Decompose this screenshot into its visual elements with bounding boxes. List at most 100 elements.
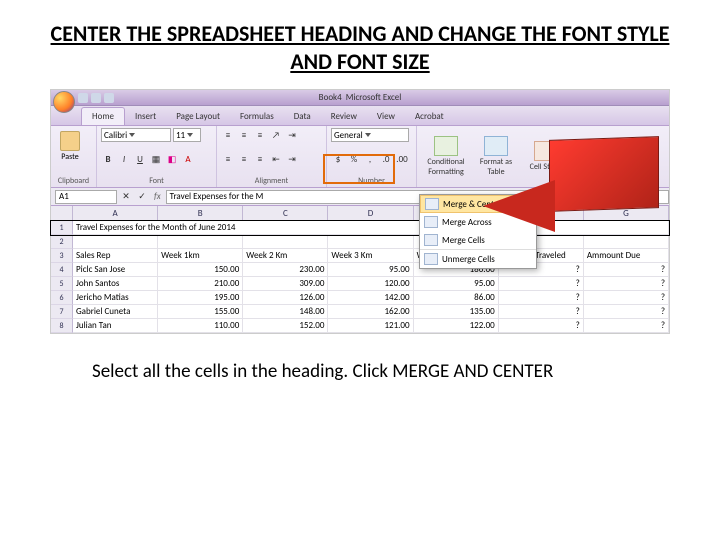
cell[interactable]: 155.00 xyxy=(158,305,243,319)
cell[interactable]: 148.00 xyxy=(243,305,328,319)
align-top-button[interactable]: ≡ xyxy=(221,128,235,142)
cell[interactable]: 309.00 xyxy=(243,277,328,291)
cell[interactable]: 152.00 xyxy=(243,319,328,333)
cell[interactable]: ? xyxy=(584,305,669,319)
cell[interactable]: 121.00 xyxy=(328,319,413,333)
orientation-button[interactable]: ↗ xyxy=(269,128,283,142)
cell[interactable] xyxy=(328,235,413,249)
bold-button[interactable]: B xyxy=(101,152,115,166)
redo-icon[interactable] xyxy=(104,93,114,103)
cell[interactable] xyxy=(73,235,158,249)
cell[interactable]: 150.00 xyxy=(158,263,243,277)
row-header-2[interactable]: 2 xyxy=(51,235,73,249)
wrap-text-button[interactable]: ⇥ xyxy=(285,128,299,142)
select-all-corner[interactable] xyxy=(51,206,73,220)
row-header[interactable]: 7 xyxy=(51,305,73,319)
percent-button[interactable]: % xyxy=(347,152,361,166)
currency-button[interactable]: $ xyxy=(331,152,345,166)
tab-review[interactable]: Review xyxy=(321,108,367,125)
table-row[interactable]: 8Julian Tan110.00152.00121.00122.00?? xyxy=(51,319,669,333)
italic-button[interactable]: I xyxy=(117,152,131,166)
cell[interactable]: ? xyxy=(499,305,584,319)
table-row[interactable]: 5John Santos210.00309.00120.0095.00?? xyxy=(51,277,669,291)
row-header[interactable]: 4 xyxy=(51,263,73,277)
table-row[interactable]: 7Gabriel Cuneta155.00148.00162.00135.00?… xyxy=(51,305,669,319)
row-header-3[interactable]: 3 xyxy=(51,249,73,263)
tab-insert[interactable]: Insert xyxy=(125,108,166,125)
col-D[interactable]: D xyxy=(328,206,413,220)
cell[interactable]: Week 3 Km xyxy=(328,249,413,263)
font-size-select[interactable]: 11 xyxy=(173,128,201,142)
cell[interactable]: ? xyxy=(499,277,584,291)
cell[interactable]: Julian Tan xyxy=(73,319,158,333)
increase-indent-button[interactable]: ⇥ xyxy=(285,152,299,166)
tab-view[interactable]: View xyxy=(367,108,405,125)
cell[interactable] xyxy=(243,235,328,249)
tab-home[interactable]: Home xyxy=(81,107,125,125)
cell[interactable]: 230.00 xyxy=(243,263,328,277)
cell[interactable]: ? xyxy=(584,291,669,305)
cell[interactable]: ? xyxy=(499,319,584,333)
cell[interactable]: Ammount Due xyxy=(584,249,669,263)
fx-icon[interactable]: fx xyxy=(151,191,164,202)
align-right-button[interactable]: ≡ xyxy=(253,152,267,166)
cell[interactable]: 110.00 xyxy=(158,319,243,333)
underline-button[interactable]: U xyxy=(133,152,147,166)
cell[interactable]: 210.00 xyxy=(158,277,243,291)
row-3-headers[interactable]: 3 Sales Rep Week 1km Week 2 Km Week 3 Km… xyxy=(51,249,669,263)
cell[interactable]: ? xyxy=(584,319,669,333)
row-header[interactable]: 6 xyxy=(51,291,73,305)
increase-decimal-button[interactable]: .0 xyxy=(379,152,393,166)
enter-icon[interactable]: ✓ xyxy=(135,190,149,204)
col-C[interactable]: C xyxy=(243,206,328,220)
cell[interactable] xyxy=(584,235,669,249)
row-header-1[interactable]: 1 xyxy=(51,221,73,235)
cell[interactable] xyxy=(158,235,243,249)
cell[interactable]: Week 1km xyxy=(158,249,243,263)
cell[interactable]: ? xyxy=(584,277,669,291)
cell[interactable]: 162.00 xyxy=(328,305,413,319)
cell[interactable]: John Santos xyxy=(73,277,158,291)
decrease-decimal-button[interactable]: .00 xyxy=(395,152,409,166)
font-color-button[interactable]: A xyxy=(181,152,195,166)
row-header[interactable]: 5 xyxy=(51,277,73,291)
tab-page-layout[interactable]: Page Layout xyxy=(166,108,230,125)
col-A[interactable]: A xyxy=(73,206,158,220)
col-B[interactable]: B xyxy=(158,206,243,220)
table-row[interactable]: 4Piclc San Jose150.00230.0095.00186.00?? xyxy=(51,263,669,277)
cell[interactable]: 86.00 xyxy=(414,291,499,305)
cell[interactable]: 95.00 xyxy=(414,277,499,291)
tab-data[interactable]: Data xyxy=(284,108,321,125)
table-row[interactable]: 6Jericho Matias195.00126.00142.0086.00?? xyxy=(51,291,669,305)
align-bottom-button[interactable]: ≡ xyxy=(253,128,267,142)
cell[interactable]: 95.00 xyxy=(328,263,413,277)
merge-cells-item[interactable]: Merge Cells xyxy=(420,231,536,249)
tab-acrobat[interactable]: Acrobat xyxy=(405,108,454,125)
save-icon[interactable] xyxy=(78,93,88,103)
align-left-button[interactable]: ≡ xyxy=(221,152,235,166)
decrease-indent-button[interactable]: ⇤ xyxy=(269,152,283,166)
cell[interactable]: 126.00 xyxy=(243,291,328,305)
cell[interactable]: 195.00 xyxy=(158,291,243,305)
undo-icon[interactable] xyxy=(91,93,101,103)
cell[interactable]: Jericho Matias xyxy=(73,291,158,305)
cell[interactable]: 122.00 xyxy=(414,319,499,333)
comma-button[interactable]: , xyxy=(363,152,377,166)
name-box[interactable]: A1 xyxy=(55,190,117,204)
font-name-select[interactable]: Calibri xyxy=(101,128,171,142)
cell[interactable]: Piclc San Jose xyxy=(73,263,158,277)
office-button-icon[interactable] xyxy=(53,91,75,113)
row-header[interactable]: 8 xyxy=(51,319,73,333)
cell[interactable]: 142.00 xyxy=(328,291,413,305)
tab-formulas[interactable]: Formulas xyxy=(230,108,284,125)
border-button[interactable]: ▦ xyxy=(149,152,163,166)
cancel-icon[interactable]: ✕ xyxy=(119,190,133,204)
cell[interactable]: 120.00 xyxy=(328,277,413,291)
fill-color-button[interactable]: ◧ xyxy=(165,152,179,166)
row-2[interactable]: 2 xyxy=(51,235,669,249)
conditional-formatting-button[interactable]: Conditional Formatting xyxy=(423,136,469,177)
cell[interactable]: Week 2 Km xyxy=(243,249,328,263)
cell[interactable]: ? xyxy=(499,291,584,305)
cell[interactable]: Sales Rep xyxy=(73,249,158,263)
quick-access-toolbar[interactable] xyxy=(53,90,114,105)
